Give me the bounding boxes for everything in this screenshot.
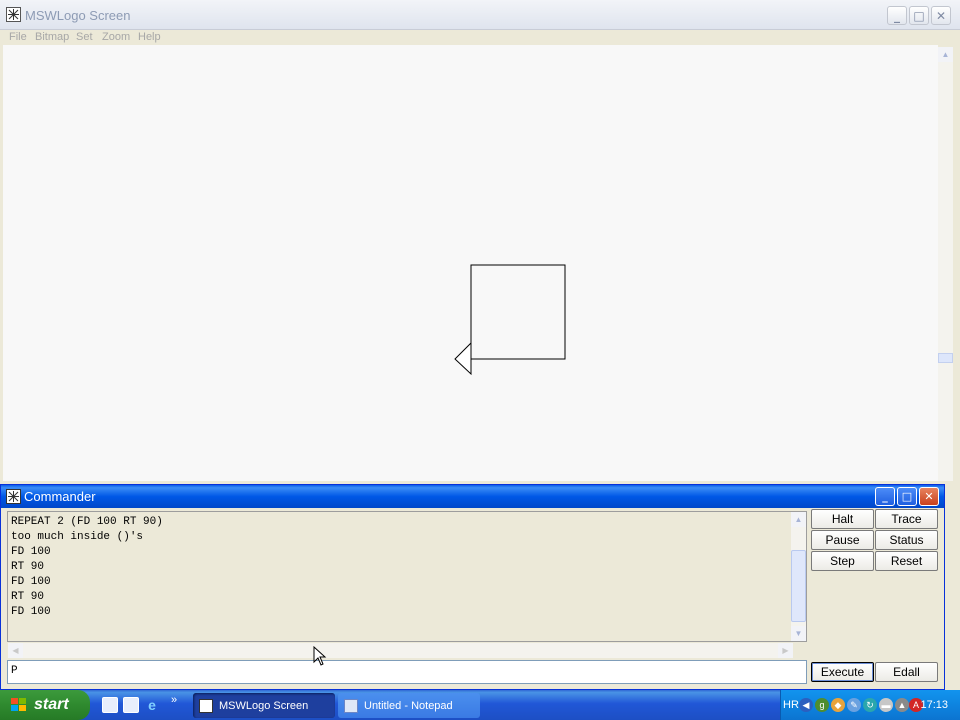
commander-close-button[interactable]: ✕	[919, 487, 939, 506]
start-label: start	[34, 696, 69, 713]
tray-clock: 17:13	[920, 699, 948, 711]
execute-button[interactable]: Execute	[811, 662, 874, 682]
turtle-drawing	[454, 264, 566, 376]
output-scroll-down-arrow[interactable]: ▼	[791, 626, 806, 641]
scroll-up-arrow[interactable]: ▲	[938, 47, 953, 62]
maximize-button[interactable]: □	[909, 6, 929, 25]
commander-window: Commander _ □ ✕ REPEAT 2 (FD 100 RT 90) …	[0, 484, 945, 690]
menu-file[interactable]: File	[9, 31, 27, 43]
status-button[interactable]: Status	[875, 530, 938, 550]
window-switcher-icon[interactable]	[123, 697, 139, 713]
mouse-pointer-icon	[313, 646, 327, 666]
commander-titlebar[interactable]: Commander _ □ ✕	[1, 485, 944, 508]
system-tray: HR ◀ g ◆ ✎ ↻ ▬ ▲ A 17:13	[780, 690, 960, 720]
output-horizontal-scrollbar[interactable]: ◀ ▶	[8, 643, 793, 658]
pause-button[interactable]: Pause	[811, 530, 874, 550]
step-button[interactable]: Step	[811, 551, 874, 571]
close-button[interactable]: ✕	[931, 6, 951, 25]
menu-bar: File Bitmap Set Zoom Help	[0, 30, 960, 45]
main-titlebar[interactable]: MSWLogo Screen _ □ ✕	[0, 0, 960, 30]
language-indicator[interactable]: HR	[783, 699, 799, 711]
mswlogo-main-window: MSWLogo Screen _ □ ✕ File Bitmap Set Zoo…	[0, 0, 960, 484]
task-mswlogo-screen[interactable]: MSWLogo Screen	[193, 693, 335, 718]
logo-drawing-canvas[interactable]	[3, 45, 938, 481]
tray-drive-icon[interactable]: ▬	[879, 698, 893, 712]
commander-output-history[interactable]: REPEAT 2 (FD 100 RT 90) too much inside …	[7, 511, 807, 658]
halt-button[interactable]: Halt	[811, 509, 874, 529]
menu-help[interactable]: Help	[138, 31, 161, 43]
minimize-button[interactable]: _	[887, 6, 907, 25]
output-text: REPEAT 2 (FD 100 RT 90) too much inside …	[11, 516, 163, 618]
tray-pen-icon[interactable]: ✎	[847, 698, 861, 712]
commander-minimize-button[interactable]: _	[875, 487, 895, 506]
task-label: MSWLogo Screen	[219, 699, 309, 712]
show-desktop-icon[interactable]	[102, 697, 118, 713]
reset-button[interactable]: Reset	[875, 551, 938, 571]
command-input-box[interactable]	[7, 660, 807, 684]
edall-button[interactable]: Edall	[875, 662, 938, 682]
main-vertical-scrollbar[interactable]: ▲	[938, 47, 953, 481]
turtle-icon	[454, 341, 472, 376]
tray-sync-icon[interactable]: ↻	[863, 698, 877, 712]
menu-set[interactable]: Set	[76, 31, 93, 43]
main-window-title: MSWLogo Screen	[25, 8, 131, 23]
tray-eject-icon[interactable]: ▲	[895, 698, 909, 712]
commander-app-icon[interactable]	[6, 489, 21, 504]
task-label: Untitled - Notepad	[364, 699, 453, 712]
windows-taskbar: start e » MSWLogo Screen Untitled - Note…	[0, 690, 960, 720]
command-input[interactable]	[11, 665, 803, 677]
output-vertical-scrollbar[interactable]: ▲ ▼	[791, 512, 806, 641]
trace-button[interactable]: Trace	[875, 509, 938, 529]
task-untitled-notepad[interactable]: Untitled - Notepad	[338, 693, 480, 718]
commander-title: Commander	[24, 489, 96, 504]
menu-zoom[interactable]: Zoom	[102, 31, 130, 43]
menu-bitmap[interactable]: Bitmap	[35, 31, 69, 43]
start-button[interactable]: start	[0, 690, 90, 720]
tray-back-arrow-icon[interactable]: ◀	[799, 698, 813, 712]
output-scroll-thumb[interactable]	[791, 550, 806, 622]
windows-flag-icon	[11, 698, 26, 711]
drawn-square	[470, 264, 566, 360]
scroll-thumb[interactable]	[938, 353, 953, 363]
output-scroll-right-arrow[interactable]: ▶	[778, 643, 793, 658]
notepad-task-icon	[344, 698, 358, 713]
window-frame	[953, 30, 960, 484]
quick-launch-more-icon[interactable]: »	[166, 692, 182, 708]
mswlogo-task-icon	[199, 698, 213, 713]
commander-maximize-button[interactable]: □	[897, 487, 917, 506]
tray-network-icon[interactable]: ◆	[831, 698, 845, 712]
mswlogo-app-icon[interactable]	[6, 7, 21, 22]
output-scroll-up-arrow[interactable]: ▲	[791, 512, 806, 527]
output-scroll-left-arrow[interactable]: ◀	[8, 643, 23, 658]
tray-g-icon[interactable]: g	[815, 698, 829, 712]
internet-explorer-icon[interactable]: e	[144, 697, 160, 713]
